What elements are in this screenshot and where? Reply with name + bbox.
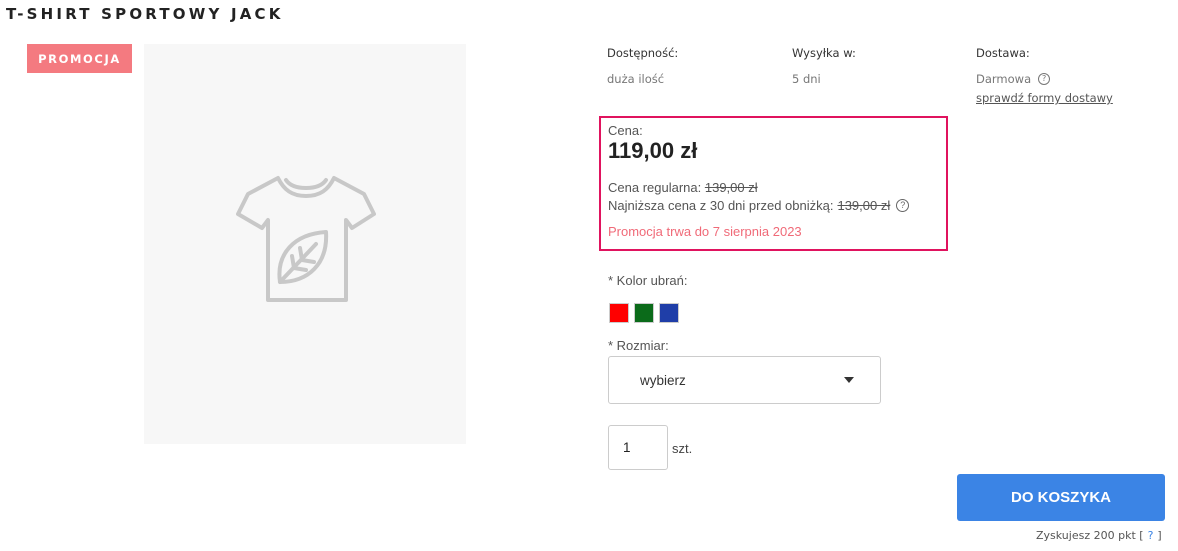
- help-icon[interactable]: ?: [896, 199, 910, 212]
- regular-price: Cena regularna: 139,00 zł: [608, 180, 758, 195]
- add-to-cart-button[interactable]: DO KOSZYKA: [957, 474, 1165, 521]
- size-select[interactable]: wybierz: [608, 356, 881, 404]
- shipping-label: Wysyłka w:: [792, 46, 856, 60]
- product-image[interactable]: [144, 44, 466, 444]
- lowest-price: Najniższa cena z 30 dni przed obniżką: 1…: [608, 198, 910, 213]
- price-box: Cena: 119,00 zł Cena regularna: 139,00 z…: [599, 116, 948, 251]
- price-label: Cena:: [608, 123, 643, 138]
- shipping-info: Wysyłka w: 5 dni: [792, 45, 856, 87]
- price-value: 119,00 zł: [608, 138, 698, 163]
- availability-info: Dostępność: duża ilość: [607, 45, 678, 87]
- delivery-label: Dostawa:: [976, 46, 1030, 60]
- color-swatch-green[interactable]: [634, 303, 654, 323]
- delivery-value-row: Darmowa ?: [976, 71, 1113, 87]
- color-swatch-red[interactable]: [609, 303, 629, 323]
- regular-price-label: Cena regularna:: [608, 180, 702, 195]
- points-info: Zyskujesz 200 pkt [?]: [1036, 529, 1162, 542]
- chevron-down-icon: [844, 377, 854, 383]
- product-title: T-SHIRT SPORTOWY JACK: [6, 5, 284, 23]
- size-select-value: wybierz: [640, 372, 686, 388]
- delivery-options-link[interactable]: sprawdź formy dostawy: [976, 91, 1113, 105]
- delivery-value: Darmowa: [976, 72, 1032, 86]
- promo-until-text: Promocja trwa do 7 sierpnia 2023: [608, 224, 802, 239]
- tshirt-leaf-icon: [236, 176, 376, 302]
- help-icon[interactable]: ?: [1038, 73, 1051, 85]
- quantity-unit: szt.: [672, 441, 693, 456]
- color-label: * Kolor ubrań:: [608, 273, 688, 288]
- color-swatch-blue[interactable]: [659, 303, 679, 323]
- lowest-price-value: 139,00 zł: [837, 198, 891, 213]
- shipping-value: 5 dni: [792, 72, 821, 86]
- size-label: * Rozmiar:: [608, 338, 669, 353]
- quantity-input[interactable]: 1: [608, 425, 668, 470]
- availability-label: Dostępność:: [607, 46, 679, 60]
- points-close: ]: [1157, 529, 1162, 542]
- delivery-info: Dostawa: Darmowa ? sprawdź formy dostawy: [976, 45, 1113, 105]
- regular-price-value: 139,00 zł: [704, 180, 758, 195]
- points-help-link[interactable]: ?: [1148, 529, 1154, 542]
- points-text: Zyskujesz 200 pkt [: [1036, 529, 1144, 542]
- promo-badge: PROMOCJA: [27, 44, 132, 73]
- availability-value: duża ilość: [607, 72, 665, 86]
- lowest-price-label: Najniższa cena z 30 dni przed obniżką:: [608, 198, 834, 213]
